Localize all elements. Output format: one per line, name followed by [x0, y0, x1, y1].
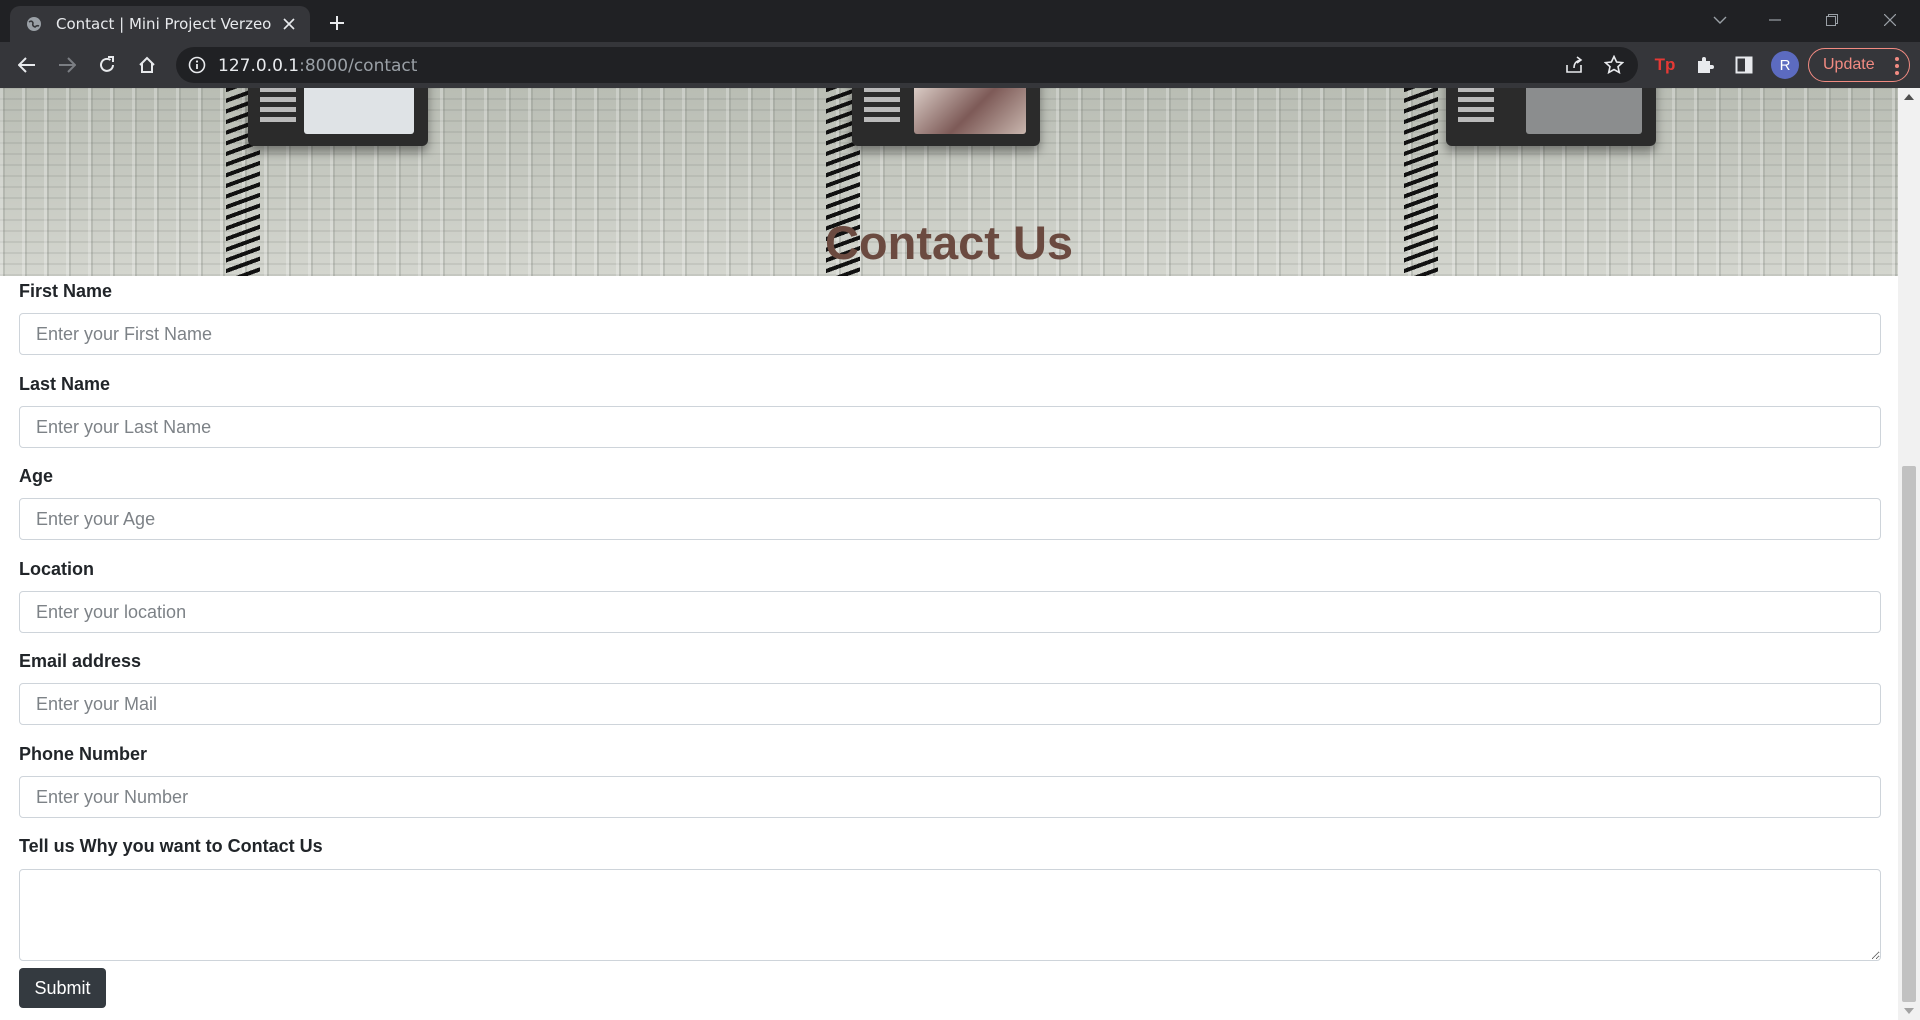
page-viewport: Contact Us First Name Last Name Age Loca…	[0, 88, 1920, 1020]
payphone-image	[852, 88, 1040, 146]
scrollbar-thumb[interactable]	[1902, 466, 1916, 1002]
email-input[interactable]	[19, 683, 1881, 725]
phone-input[interactable]	[19, 776, 1881, 818]
update-label: Update	[1823, 56, 1875, 73]
share-icon[interactable]	[1564, 55, 1584, 75]
close-tab-icon[interactable]	[280, 15, 298, 33]
location-input[interactable]	[19, 591, 1881, 633]
more-menu-icon[interactable]	[1895, 57, 1899, 75]
submit-button[interactable]: Submit	[19, 968, 106, 1008]
url-text[interactable]: 127.0.0.1:8000/contact	[218, 56, 417, 76]
site-info-icon[interactable]	[188, 56, 206, 74]
phone-label: Phone Number	[19, 744, 148, 764]
extension-tp-label: Tp	[1654, 55, 1676, 74]
payphone-image	[248, 88, 428, 146]
tab-search-icon[interactable]	[1700, 6, 1740, 34]
minimize-icon[interactable]	[1755, 6, 1795, 34]
message-textarea[interactable]	[19, 869, 1881, 961]
first-name-input[interactable]	[19, 313, 1881, 355]
page-title: Contact Us	[824, 216, 1074, 269]
profile-avatar[interactable]: R	[1771, 51, 1799, 79]
scroll-up-icon[interactable]	[1904, 92, 1914, 102]
bookmark-star-icon[interactable]	[1604, 55, 1624, 75]
payphone-image	[1446, 88, 1656, 146]
window-close-icon[interactable]	[1870, 6, 1910, 34]
globe-icon	[26, 16, 42, 32]
back-icon[interactable]	[13, 51, 41, 79]
browser-toolbar: 127.0.0.1:8000/contact Tp R Update	[0, 42, 1920, 88]
address-bar[interactable]: 127.0.0.1:8000/contact	[176, 47, 1638, 83]
restore-icon[interactable]	[1812, 6, 1852, 34]
last-name-label: Last Name	[19, 374, 111, 394]
age-label: Age	[19, 466, 54, 486]
tab-title: Contact | Mini Project Verzeo	[56, 15, 272, 33]
url-path: :8000/contact	[299, 56, 418, 76]
message-label: Tell us Why you want to Contact Us	[19, 836, 323, 856]
url-host: 127.0.0.1	[218, 56, 300, 76]
page-scrollbar[interactable]	[1898, 88, 1920, 1020]
side-panel-icon[interactable]	[1732, 53, 1756, 77]
first-name-label: First Name	[19, 281, 113, 301]
email-label: Email address	[19, 651, 142, 671]
browser-tab[interactable]: Contact | Mini Project Verzeo	[10, 6, 310, 42]
update-button[interactable]: Update	[1808, 48, 1910, 82]
hero-banner: Contact Us	[0, 88, 1898, 276]
last-name-input[interactable]	[19, 406, 1881, 448]
reload-icon[interactable]	[93, 51, 121, 79]
browser-tabstrip: Contact | Mini Project Verzeo	[0, 0, 1920, 42]
extension-tp-icon[interactable]: Tp	[1653, 53, 1677, 77]
age-input[interactable]	[19, 498, 1881, 540]
forward-icon[interactable]	[53, 51, 81, 79]
extensions-puzzle-icon[interactable]	[1693, 53, 1717, 77]
location-label: Location	[19, 559, 94, 579]
scroll-down-icon[interactable]	[1904, 1006, 1914, 1016]
new-tab-icon[interactable]	[325, 11, 349, 35]
home-icon[interactable]	[133, 51, 161, 79]
